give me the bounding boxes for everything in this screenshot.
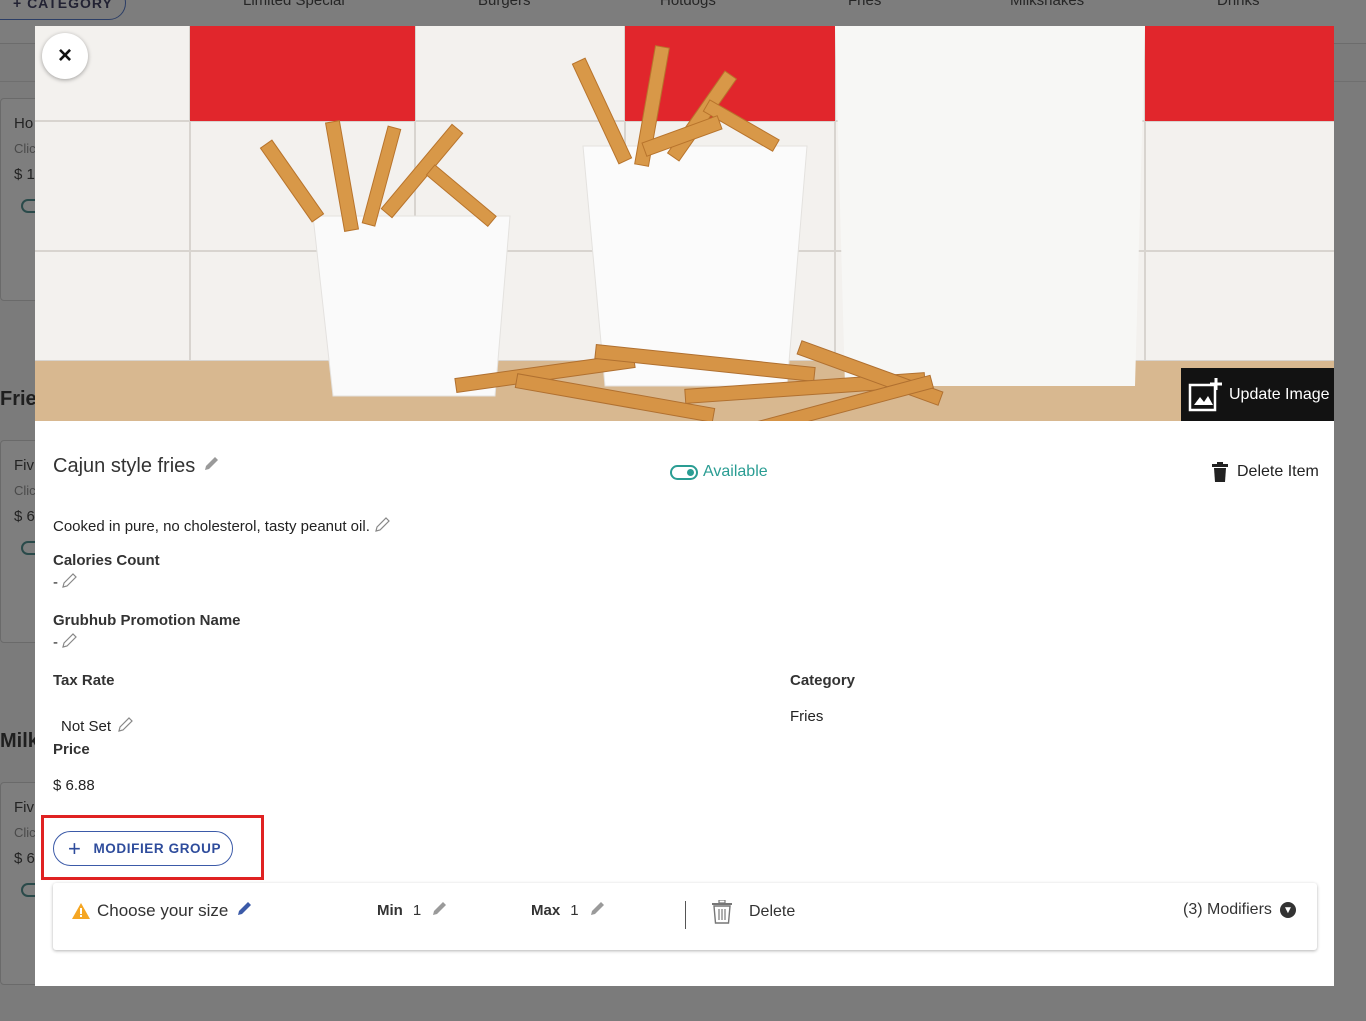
edit-tax-rate-pencil-icon[interactable]: [117, 715, 135, 737]
modifier-min: Min 1: [377, 899, 449, 921]
modifier-group-row[interactable]: Choose your size Min 1 Max 1 Delete (3) …: [53, 883, 1317, 950]
max-value: 1: [570, 901, 579, 919]
card-title: Ho: [14, 115, 34, 132]
edit-description-pencil-icon[interactable]: [374, 515, 392, 537]
card-price: $ 6: [14, 850, 35, 867]
warning-icon: [72, 902, 90, 919]
modifier-group-name-row: Choose your size: [71, 899, 254, 922]
add-photo-icon: [1188, 377, 1222, 411]
card-subtitle: Clic: [14, 141, 36, 156]
item-hero-image: × Update Image: [35, 26, 1334, 421]
tax-rate-row: Not Set: [61, 715, 135, 737]
item-detail-modal: × Update Image Cajun style fries Availab…: [35, 26, 1334, 986]
calories-value: -: [53, 573, 58, 591]
delete-item-label: Delete Item: [1237, 463, 1319, 480]
availability-label: Available: [703, 463, 768, 480]
tax-rate-value: Not Set: [61, 717, 112, 735]
tax-rate-label: Tax Rate: [53, 672, 115, 689]
max-label: Max: [531, 901, 561, 919]
update-image-label: Update Image: [1229, 385, 1330, 403]
edit-max-pencil-icon[interactable]: [589, 899, 607, 921]
edit-name-pencil-icon[interactable]: [203, 454, 221, 478]
add-category-button[interactable]: + CATEGORY: [0, 0, 126, 20]
trash-outline-icon: [712, 900, 732, 924]
calories-label: Calories Count: [53, 552, 160, 569]
price-label: Price: [53, 741, 90, 758]
add-modifier-group-button[interactable]: + MODIFIER GROUP: [53, 831, 233, 866]
tab-drinks[interactable]: Drinks: [1217, 0, 1260, 9]
promotion-value: -: [53, 633, 58, 651]
card-price: $ 6: [14, 508, 35, 525]
category-value: Fries: [790, 708, 824, 725]
price-value: $ 6.88: [53, 777, 95, 794]
availability-toggle[interactable]: Available: [670, 463, 768, 481]
modifier-group-name: Choose your size: [97, 900, 229, 920]
close-modal-button[interactable]: ×: [42, 33, 88, 79]
delete-modifier-group-button[interactable]: Delete: [711, 900, 795, 924]
tab-milkshakes[interactable]: Milkshakes: [1010, 0, 1084, 9]
edit-promotion-pencil-icon[interactable]: [61, 631, 79, 653]
card-subtitle: Clic: [14, 483, 36, 498]
promotion-label: Grubhub Promotion Name: [53, 612, 241, 629]
calories-row: -: [53, 571, 79, 593]
edit-min-pencil-icon[interactable]: [431, 899, 449, 921]
card-price: $ 1: [14, 166, 35, 183]
update-image-button[interactable]: Update Image: [1181, 368, 1334, 421]
chevron-down-icon: ▼: [1279, 902, 1296, 918]
min-label: Min: [377, 901, 403, 919]
tab-limited-special[interactable]: Limited Special: [243, 0, 345, 9]
min-value: 1: [412, 901, 422, 919]
divider: [685, 901, 686, 929]
description-row: Cooked in pure, no cholesterol, tasty pe…: [53, 515, 392, 537]
card-subtitle: Clic: [14, 825, 36, 840]
card-title: Fiv: [14, 457, 34, 474]
tab-fries[interactable]: Fries: [848, 0, 881, 9]
item-description: Cooked in pure, no cholesterol, tasty pe…: [53, 517, 370, 535]
trash-icon: [1212, 462, 1228, 482]
promotion-row: -: [53, 631, 79, 653]
item-name-row: Cajun style fries: [53, 454, 221, 478]
modifier-max: Max 1: [531, 899, 607, 921]
modifier-group-button-label: MODIFIER GROUP: [93, 841, 222, 856]
section-heading-fries: Frie: [0, 388, 37, 410]
tab-hotdogs[interactable]: Hotdogs: [660, 0, 716, 9]
modifiers-count: (3) Modifiers: [1183, 901, 1272, 918]
delete-item-button[interactable]: Delete Item: [1211, 462, 1319, 482]
toggle-switch-icon: [670, 464, 698, 480]
tab-burgers[interactable]: Burgers: [478, 0, 531, 9]
edit-calories-pencil-icon[interactable]: [61, 571, 79, 593]
section-heading-milkshakes: Milk: [0, 730, 39, 752]
modifiers-expand-toggle[interactable]: (3) Modifiers ▼: [1183, 901, 1296, 919]
delete-modifier-group-label: Delete: [749, 903, 796, 920]
fries-photo: [35, 26, 1334, 421]
plus-icon: +: [68, 835, 82, 861]
edit-modifier-group-pencil-icon[interactable]: [236, 899, 254, 922]
item-name: Cajun style fries: [53, 454, 196, 477]
category-label: Category: [790, 672, 856, 689]
card-title: Fiv: [14, 799, 34, 816]
